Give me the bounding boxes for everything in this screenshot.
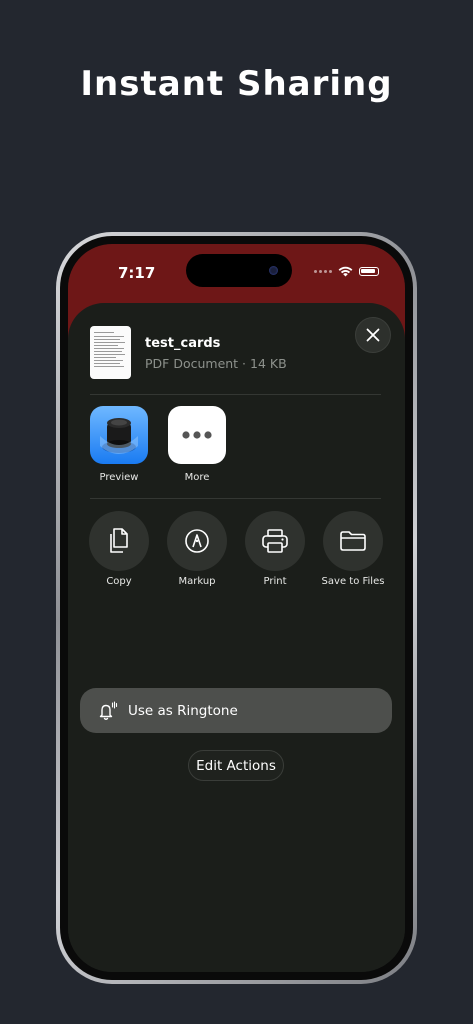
preview-icon: [100, 418, 138, 454]
status-time: 7:17: [118, 264, 156, 282]
phone-screen: 7:17 test_cards PDF Document · 14 KB Pre…: [68, 244, 405, 972]
promo-screen: Instant Sharing 7:17 test_cards PDF Docu…: [0, 0, 473, 1024]
action-label-copy: Copy: [106, 576, 132, 587]
action-markup[interactable]: [167, 511, 227, 571]
use-as-ringtone-row[interactable]: Use as Ringtone: [80, 688, 392, 733]
file-name: test_cards: [145, 336, 221, 351]
dynamic-island: [186, 254, 292, 287]
action-save-to-files[interactable]: [323, 511, 383, 571]
battery-icon: [359, 267, 379, 276]
phone-frame: 7:17 test_cards PDF Document · 14 KB Pre…: [56, 232, 417, 984]
wifi-icon: [338, 266, 353, 277]
action-label-print: Print: [263, 576, 287, 587]
more-icon: [182, 431, 212, 439]
action-label-markup: Markup: [178, 576, 216, 587]
folder-icon: [340, 531, 366, 551]
file-thumbnail: [90, 326, 131, 379]
copy-icon: [110, 528, 128, 553]
app-label-preview: Preview: [99, 472, 139, 483]
markup-icon: [185, 529, 209, 553]
close-button[interactable]: [355, 317, 391, 353]
status-icons: [314, 266, 379, 277]
divider: [90, 498, 381, 499]
printer-icon: [262, 529, 288, 553]
app-preview[interactable]: [90, 406, 148, 464]
file-meta: PDF Document · 14 KB: [145, 356, 287, 371]
ringtone-label: Use as Ringtone: [128, 702, 238, 719]
divider: [90, 394, 381, 395]
action-copy[interactable]: [89, 511, 149, 571]
edit-actions-button[interactable]: Edit Actions: [188, 750, 284, 781]
action-print[interactable]: [245, 511, 305, 571]
camera-icon: [269, 266, 278, 275]
phone-bezel: 7:17 test_cards PDF Document · 14 KB Pre…: [60, 236, 413, 980]
app-label-more: More: [184, 472, 210, 483]
share-sheet: test_cards PDF Document · 14 KB Preview …: [68, 303, 405, 972]
promo-headline: Instant Sharing: [80, 64, 393, 104]
cellular-signal-icon: [314, 270, 332, 273]
action-label-save-to-files: Save to Files: [321, 576, 385, 587]
app-more[interactable]: [168, 406, 226, 464]
close-icon: [366, 328, 380, 342]
bell-icon: [96, 700, 118, 722]
